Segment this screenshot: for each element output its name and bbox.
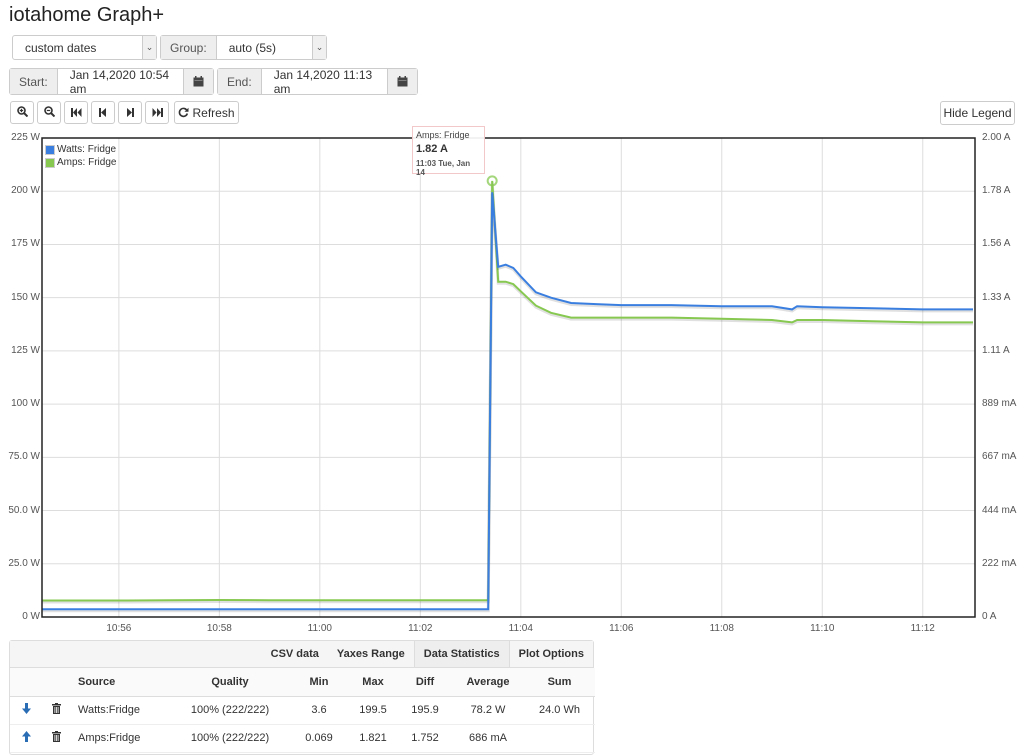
x-tick-label: 11:08 <box>709 623 734 634</box>
y-right-tick-label: 1.56 A <box>982 238 1011 250</box>
y-right-tick-label: 0 A <box>982 611 997 622</box>
legend-swatch-amps <box>45 157 55 168</box>
min-cell: 3.6 <box>290 696 348 725</box>
y-left-tick-label: 175 W <box>11 238 40 250</box>
diff-cell: 1.752 <box>398 724 452 753</box>
x-tick-label: 11:06 <box>609 623 634 634</box>
stats-panel: CSV data Yaxes Range Data Statistics Plo… <box>9 640 595 755</box>
y-right-tick-label: 667 mA <box>982 451 1017 463</box>
x-tick-label: 11:10 <box>810 623 835 634</box>
y-left-tick-label: 125 W <box>11 344 40 356</box>
y-left-tick-label: 150 W <box>11 291 40 303</box>
series-line-amps <box>42 180 973 602</box>
x-tick-label: 11:12 <box>910 623 935 634</box>
tab-plot-options[interactable]: Plot Options <box>510 641 593 667</box>
y-left-tick-label: 25.0 W <box>8 557 40 569</box>
chart-plot[interactable] <box>0 0 1030 640</box>
series-line-watts <box>42 192 973 611</box>
chart-tooltip: Amps: Fridge 1.82 A 11:03 Tue, Jan 14 <box>412 126 485 177</box>
table-row: Amps:Fridge 100% (222/222) 0.069 1.821 1… <box>10 724 595 753</box>
y-left-tick-label: 75.0 W <box>8 451 40 463</box>
source-cell: Watts:Fridge <box>70 696 170 725</box>
trash-icon[interactable] <box>42 696 70 725</box>
y-left-tick-label: 200 W <box>11 185 40 197</box>
table-row: Watts:Fridge 100% (222/222) 3.6 199.5 19… <box>10 696 595 725</box>
y-right-tick-label: 1.78 A <box>982 185 1011 197</box>
y-left-tick-label: 0 W <box>22 611 40 622</box>
tab-yaxes-range[interactable]: Yaxes Range <box>328 641 414 667</box>
panel-tabs: CSV data Yaxes Range Data Statistics Plo… <box>10 641 593 668</box>
tooltip-value: 1.82 A <box>416 143 449 155</box>
legend-label: Amps: Fridge <box>57 157 117 168</box>
arrow-up-icon[interactable] <box>10 724 42 753</box>
quality-cell: 100% (222/222) <box>170 724 290 753</box>
plot-border <box>41 137 976 618</box>
col-sum: Sum <box>524 668 595 697</box>
stats-table: Source Quality Min Max Diff Average Sum … <box>10 668 595 753</box>
trash-icon[interactable] <box>42 724 70 753</box>
quality-cell: 100% (222/222) <box>170 696 290 725</box>
col-quality: Quality <box>170 668 290 697</box>
x-tick-label: 11:02 <box>408 623 433 634</box>
average-cell: 686 mA <box>452 724 524 753</box>
arrow-down-icon[interactable] <box>10 696 42 725</box>
y-right-tick-label: 2.00 A <box>982 132 1011 143</box>
y-right-tick-label: 1.11 A <box>982 344 1010 356</box>
col-max: Max <box>348 668 398 697</box>
y-left-tick-label: 50.0 W <box>8 504 40 516</box>
y-left-tick-label: 100 W <box>11 398 40 410</box>
y-right-tick-label: 222 mA <box>982 557 1017 569</box>
tab-csv-data[interactable]: CSV data <box>262 641 328 667</box>
col-diff: Diff <box>398 668 452 697</box>
col-min: Min <box>290 668 348 697</box>
series-shadow <box>42 182 973 604</box>
average-cell: 78.2 W <box>452 696 524 725</box>
diff-cell: 195.9 <box>398 696 452 725</box>
y-left-tick-label: 225 W <box>11 132 40 143</box>
max-cell: 1.821 <box>348 724 398 753</box>
legend-swatch-watts <box>45 144 55 155</box>
y-right-tick-label: 889 mA <box>982 398 1017 410</box>
x-tick-label: 11:00 <box>307 623 332 634</box>
x-tick-label: 11:04 <box>508 623 533 634</box>
sum-cell: 24.0 Wh <box>524 696 595 725</box>
legend-label: Watts: Fridge <box>57 144 117 155</box>
x-tick-label: 10:56 <box>106 623 132 634</box>
min-cell: 0.069 <box>290 724 348 753</box>
chart-legend: Watts: Fridge Amps: Fridge <box>45 143 116 169</box>
source-cell: Amps:Fridge <box>70 724 170 753</box>
tooltip-time: 11:03 Tue, Jan 14 <box>416 159 471 177</box>
col-average: Average <box>452 668 524 697</box>
tooltip-series: Amps: Fridge <box>416 130 470 140</box>
max-cell: 199.5 <box>348 696 398 725</box>
tab-data-statistics[interactable]: Data Statistics <box>413 641 510 667</box>
legend-item-watts[interactable]: Watts: Fridge <box>45 143 116 156</box>
y-right-tick-label: 1.33 A <box>982 291 1011 303</box>
series-shadow <box>42 193 973 613</box>
sum-cell <box>524 724 595 753</box>
y-right-tick-label: 444 mA <box>982 504 1017 516</box>
col-source: Source <box>70 668 170 697</box>
x-tick-label: 10:58 <box>206 623 232 634</box>
legend-item-amps[interactable]: Amps: Fridge <box>45 156 116 169</box>
